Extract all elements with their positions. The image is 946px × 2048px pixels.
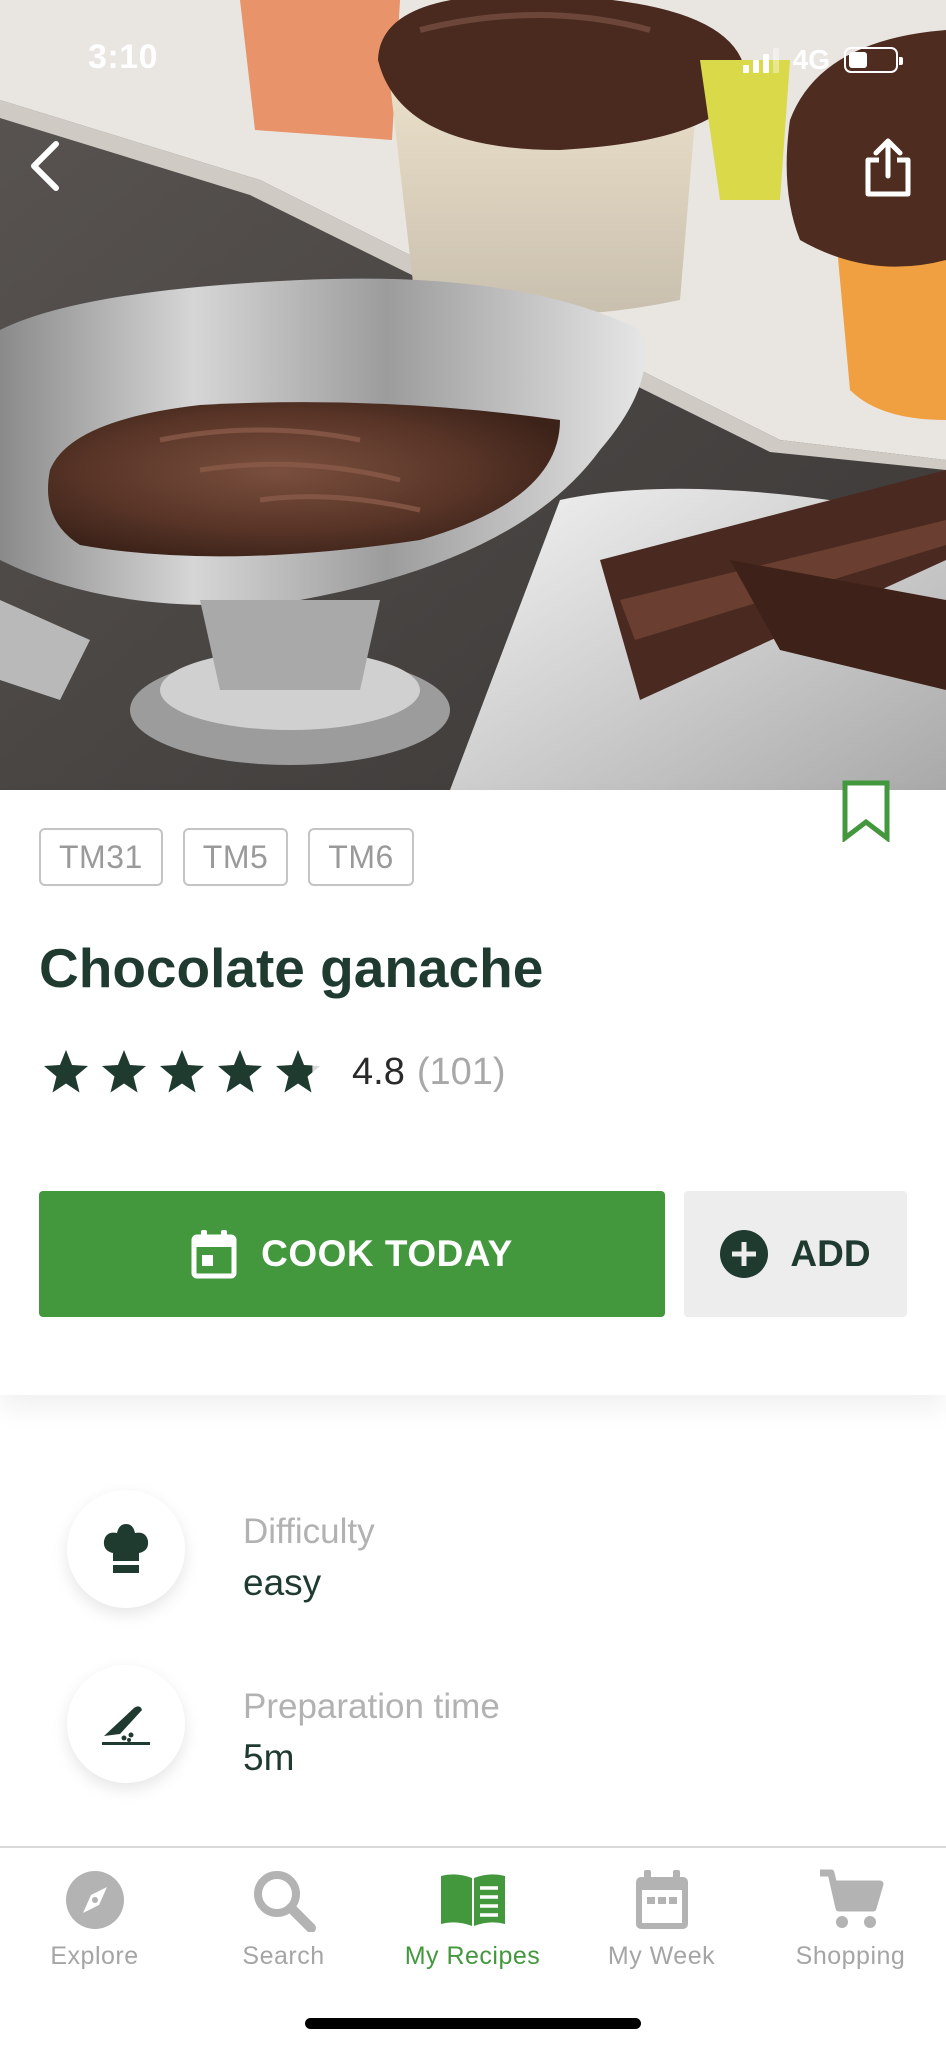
chevron-left-icon <box>31 141 59 191</box>
share-button[interactable] <box>856 136 920 200</box>
star-icon <box>276 1050 320 1093</box>
battery-level <box>849 52 867 68</box>
back-button[interactable] <box>14 136 74 196</box>
recipe-title: Chocolate ganache <box>39 937 544 999</box>
calendar-icon <box>191 1230 237 1279</box>
add-button[interactable]: ADD <box>684 1191 907 1317</box>
book-icon <box>440 1874 505 1926</box>
rating-stars <box>42 1048 322 1096</box>
tab-my-week[interactable]: My Week <box>567 1868 756 1971</box>
info-label: Difficulty <box>243 1512 375 1551</box>
tab-label: My Week <box>607 1942 716 1970</box>
recipe-summary: TM31 TM5 TM6 Chocolate ganache 4.8 (101)… <box>0 780 946 1395</box>
battery-icon <box>844 47 903 73</box>
cart-icon <box>819 1869 883 1928</box>
status-bar: 3:10 4G <box>0 0 946 120</box>
rating[interactable]: 4.8 (101) <box>42 1048 506 1096</box>
tag-tm5: TM5 <box>182 828 289 886</box>
compass-icon <box>65 1871 124 1929</box>
signal-icon <box>742 47 779 73</box>
bookmark-icon <box>842 780 890 844</box>
tab-shopping[interactable]: Shopping <box>756 1868 945 1971</box>
tab-label: Search <box>242 1942 325 1970</box>
tab-label: Shopping <box>795 1942 906 1970</box>
plus-circle-icon <box>720 1230 769 1278</box>
tab-my-recipes[interactable]: My Recipes <box>378 1868 567 1971</box>
tab-label: My Recipes <box>404 1942 541 1970</box>
status-time: 3:10 <box>88 38 159 76</box>
tab-search[interactable]: Search <box>189 1868 378 1971</box>
star-icon <box>218 1050 262 1093</box>
star-icon <box>160 1050 204 1093</box>
share-icon <box>865 138 911 197</box>
knife-icon <box>67 1665 185 1783</box>
info-value: 5m <box>243 1737 295 1778</box>
status-indicators: 4G <box>742 44 903 76</box>
tag-tm31: TM31 <box>39 828 163 886</box>
cook-today-label: COOK TODAY <box>261 1233 513 1274</box>
tag-tm6: TM6 <box>308 828 414 886</box>
star-icon <box>44 1050 88 1093</box>
network-type: 4G <box>792 44 830 75</box>
info-value: easy <box>243 1562 322 1603</box>
info-difficulty: Difficulty easy <box>0 1490 946 1640</box>
rating-count: (101) <box>416 1050 506 1093</box>
bookmark-button[interactable] <box>840 780 892 844</box>
chef-hat-icon <box>67 1490 185 1608</box>
calendar-icon <box>635 1870 688 1929</box>
recipe-hero-image: 3:10 4G <box>0 0 946 790</box>
tab-label: Explore <box>50 1942 139 1970</box>
search-icon <box>253 1871 316 1932</box>
rating-value: 4.8 <box>352 1050 405 1093</box>
info-preparation-time: Preparation time 5m <box>0 1665 946 1815</box>
tab-explore[interactable]: Explore <box>0 1868 189 1971</box>
cook-today-button[interactable]: COOK TODAY <box>39 1191 665 1317</box>
star-icon <box>102 1050 146 1093</box>
info-label: Preparation time <box>243 1687 500 1726</box>
add-label: ADD <box>790 1233 871 1274</box>
home-indicator <box>305 2018 641 2029</box>
device-tags: TM31 TM5 TM6 <box>39 828 414 886</box>
